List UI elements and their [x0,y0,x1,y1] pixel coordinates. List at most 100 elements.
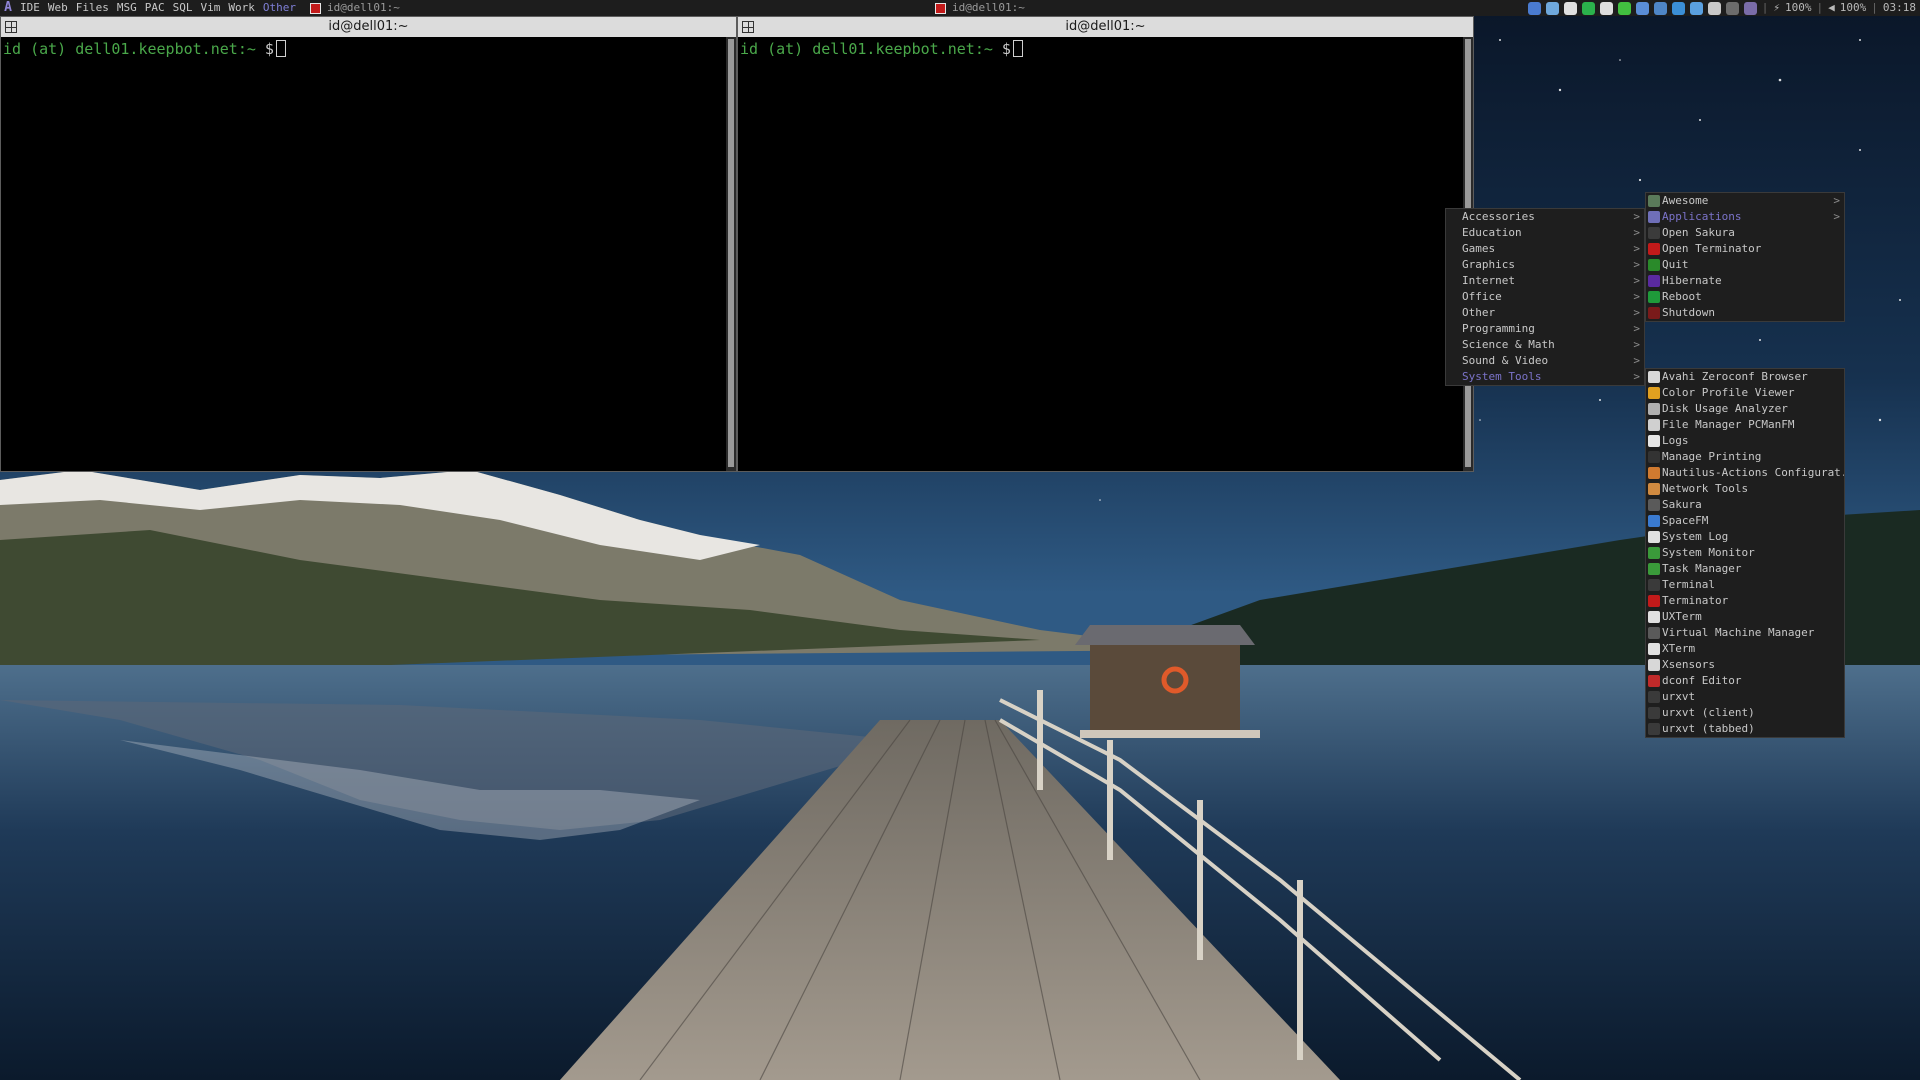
menu-item-system-tools[interactable]: System Tools > [1446,369,1644,385]
menu-item-xterm[interactable]: XTerm [1646,641,1844,657]
menu-item-internet[interactable]: Internet > [1446,273,1644,289]
menu-item-spacefm[interactable]: SpaceFM [1646,513,1844,529]
menu-item-open-terminator[interactable]: Open Terminator [1646,241,1844,257]
dropbox-icon[interactable] [1563,1,1577,15]
menu-item-nautilus-actions-configurat[interactable]: Nautilus-Actions Configurat... [1646,465,1844,481]
menu-item-science-math[interactable]: Science & Math > [1446,337,1644,353]
tag-sql[interactable]: SQL [169,0,197,16]
menu-item-reboot[interactable]: Reboot [1646,289,1844,305]
menu-item-shutdown[interactable]: Shutdown [1646,305,1844,321]
menu-item-label: System Monitor [1662,546,1755,559]
window-titlebar[interactable]: id@dell01:~ [1,17,736,37]
tag-pac[interactable]: PAC [141,0,169,16]
tag-vim[interactable]: Vim [197,0,225,16]
menu-item-open-sakura[interactable]: Open Sakura [1646,225,1844,241]
menu-item-system-monitor[interactable]: System Monitor [1646,545,1844,561]
shell-prompt: id (at) dell01.keepbot.net:~ $ [3,40,274,58]
menu-item-urxvt[interactable]: urxvt [1646,689,1844,705]
checkmark-icon[interactable] [1581,1,1595,15]
menu-item-disk-usage-analyzer[interactable]: Disk Usage Analyzer [1646,401,1844,417]
globe-icon[interactable] [1635,1,1649,15]
volume-level[interactable]: 100% [1840,0,1867,16]
menu-item-label: Internet [1462,274,1515,287]
awesome-launcher-icon[interactable]: A [0,0,16,16]
tag-web[interactable]: Web [44,0,72,16]
window-layout-icon[interactable] [742,21,754,33]
applications-categories-menu: Accessories > Education > Games > Graphics > Int… [1445,208,1645,386]
network-icon[interactable] [1527,1,1541,15]
update-icon[interactable] [1545,1,1559,15]
menu-item-other[interactable]: Other > [1446,305,1644,321]
menu-item-label: Virtual Machine Manager [1662,626,1815,639]
menu-item-sakura[interactable]: Sakura [1646,497,1844,513]
menu-item-awesome[interactable]: Awesome > [1646,193,1844,209]
menu-item-logs[interactable]: Logs [1646,433,1844,449]
menu-item-label: SpaceFM [1662,514,1709,527]
terminal-window-left[interactable]: id@dell01:~ id (at) dell01.keepbot.net:~… [0,16,737,472]
menu-item-label: Open Terminator [1662,242,1762,255]
menu-item-label: Avahi Zeroconf Browser [1662,370,1808,383]
menu-item-games[interactable]: Games > [1446,241,1644,257]
menu-item-terminal[interactable]: Terminal [1646,577,1844,593]
tag-work[interactable]: Work [224,0,259,16]
menu-item-task-manager[interactable]: Task Manager [1646,561,1844,577]
menu-item-color-profile-viewer[interactable]: Color Profile Viewer [1646,385,1844,401]
menu-item-label: Nautilus-Actions Configurat... [1662,466,1844,479]
window-titlebar[interactable]: id@dell01:~ [738,17,1473,37]
window-layout-icon[interactable] [5,21,17,33]
menu-item-system-log[interactable]: System Log [1646,529,1844,545]
menu-item-sound-video[interactable]: Sound & Video > [1446,353,1644,369]
menu-item-urxvt-tabbed[interactable]: urxvt (tabbed) [1646,721,1844,737]
tasklist-item[interactable]: id@dell01:~ [931,0,1029,16]
menu-item-xsensors[interactable]: Xsensors [1646,657,1844,673]
menu-item-terminator[interactable]: Terminator [1646,593,1844,609]
battery-level: 100% [1785,1,1812,14]
display-icon[interactable] [1725,1,1739,15]
menu-item-label: Hibernate [1662,274,1722,287]
menu-item-manage-printing[interactable]: Manage Printing [1646,449,1844,465]
tag-other[interactable]: Other [259,0,300,16]
zim-icon[interactable] [1599,1,1613,15]
clock[interactable]: 03:18 [1883,0,1916,16]
menu-item-network-tools[interactable]: Network Tools [1646,481,1844,497]
menu-item-quit[interactable]: Quit [1646,257,1844,273]
chat-icon[interactable] [1617,1,1631,15]
text-cursor [1012,40,1023,57]
tag-files[interactable]: Files [72,0,113,16]
tray-separator: | [1816,1,1824,14]
tag-ide[interactable]: IDE [16,0,44,16]
bars-icon[interactable] [1689,1,1703,15]
dialog-icon[interactable] [1653,1,1667,15]
menu-item-uxterm[interactable]: UXTerm [1646,609,1844,625]
flag-icon[interactable] [1707,1,1721,15]
menu-item-virtual-machine-manager[interactable]: Virtual Machine Manager [1646,625,1844,641]
menu-item-applications[interactable]: Applications > [1646,209,1844,225]
window-icon[interactable] [1743,1,1757,15]
menu-item-accessories[interactable]: Accessories > [1446,209,1644,225]
dconf-icon [1648,675,1660,687]
menu-item-label: Manage Printing [1662,450,1762,463]
menu-item-dconf-editor[interactable]: dconf Editor [1646,673,1844,689]
tasklist-item[interactable]: id@dell01:~ [306,0,631,16]
volume-icon[interactable]: ◀ [1828,0,1835,16]
menu-item-label: Color Profile Viewer [1662,386,1795,399]
scrollbar-thumb[interactable] [728,39,734,467]
terminal-body[interactable]: id (at) dell01.keepbot.net:~ $ [1,37,736,471]
menu-item-file-manager-pcmanfm[interactable]: File Manager PCManFM [1646,417,1844,433]
menu-item-urxvt-client[interactable]: urxvt (client) [1646,705,1844,721]
terminal-body[interactable]: id (at) dell01.keepbot.net:~ $ [738,37,1473,471]
menu-item-hibernate[interactable]: Hibernate [1646,273,1844,289]
menu-item-avahi-zeroconf-browser[interactable]: Avahi Zeroconf Browser [1646,369,1844,385]
prompt-user-host: id (at) dell01.keepbot.net [740,40,975,58]
menu-item-office[interactable]: Office > [1446,289,1644,305]
menu-item-label: System Tools [1462,370,1542,383]
terminal-window-right[interactable]: id@dell01:~ id (at) dell01.keepbot.net:~… [737,16,1474,472]
menu-item-label: Terminator [1662,594,1729,607]
terminal-scrollbar[interactable] [726,37,736,471]
menu-item-programming[interactable]: Programming > [1446,321,1644,337]
browser-icon[interactable] [1671,1,1685,15]
tag-msg[interactable]: MSG [113,0,141,16]
menu-item-graphics[interactable]: Graphics > [1446,257,1644,273]
menu-item-label: urxvt (tabbed) [1662,722,1755,735]
menu-item-education[interactable]: Education > [1446,225,1644,241]
